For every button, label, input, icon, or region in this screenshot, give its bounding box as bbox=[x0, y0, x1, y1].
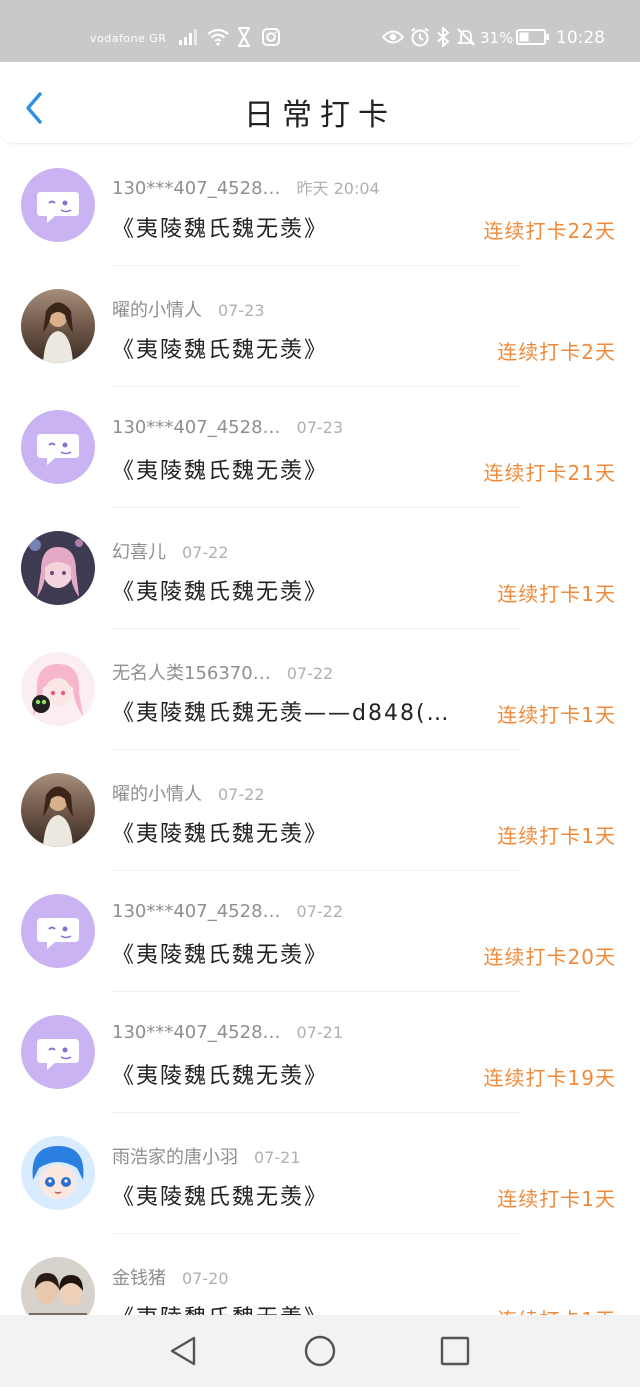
list-item[interactable]: 曜的小情人 07-23 《夷陵魏氏魏无羡》 连续打卡2天 bbox=[0, 266, 640, 387]
user-name[interactable]: 曜的小情人 bbox=[112, 784, 202, 805]
checkin-content: 《夷陵魏氏魏无羡》 bbox=[112, 1185, 329, 1210]
checkin-content: 《夷陵魏氏魏无羡》 bbox=[112, 943, 329, 968]
checkin-content: 《夷陵魏氏魏无羡》 bbox=[112, 338, 329, 363]
user-name[interactable]: 幻喜儿 bbox=[112, 542, 166, 563]
instagram-icon bbox=[262, 26, 280, 48]
page-title: 日常打卡 bbox=[244, 98, 396, 133]
checkin-content: 《夷陵魏氏魏无羡》 bbox=[112, 217, 329, 242]
checkin-content: 《夷陵魏氏魏无羡》 bbox=[112, 580, 329, 605]
wifi-icon bbox=[206, 26, 230, 48]
user-name[interactable]: 130***407_4528… bbox=[112, 417, 281, 438]
avatar[interactable] bbox=[21, 652, 95, 726]
bluetooth-icon bbox=[436, 26, 450, 48]
battery-icon bbox=[516, 26, 550, 48]
user-name[interactable]: 无名人类156370… bbox=[112, 663, 271, 684]
list-item[interactable]: 幻喜儿 07-22 《夷陵魏氏魏无羡》 连续打卡1天 bbox=[0, 508, 640, 629]
streak-label: 连续打卡1天 bbox=[497, 1304, 616, 1315]
user-name[interactable]: 130***407_4528… bbox=[112, 178, 281, 199]
status-bar: vodafone GR 31% 10:28 bbox=[0, 0, 640, 62]
streak-label: 连续打卡19天 bbox=[483, 1066, 616, 1090]
alarm-icon bbox=[410, 26, 430, 48]
avatar[interactable] bbox=[21, 410, 95, 484]
battery-percent: 31% bbox=[480, 29, 514, 47]
streak-label: 连续打卡21天 bbox=[483, 461, 616, 485]
checkin-content: 《夷陵魏氏魏无羡》 bbox=[112, 459, 329, 484]
checkin-content: 《夷陵魏氏魏无羡》 bbox=[112, 822, 329, 847]
checkin-time: 07-23 bbox=[296, 418, 344, 437]
checkin-content: 《夷陵魏氏魏无羡》 bbox=[112, 1300, 477, 1315]
streak-label: 连续打卡1天 bbox=[497, 582, 616, 606]
streak-label: 连续打卡20天 bbox=[483, 945, 616, 969]
list-item[interactable]: 金钱猪 07-20 《夷陵魏氏魏无羡》 连续打卡1天 bbox=[0, 1234, 640, 1315]
avatar[interactable] bbox=[21, 1136, 95, 1210]
streak-label: 连续打卡1天 bbox=[497, 703, 616, 727]
list-item[interactable]: 130***407_4528… 07-21 《夷陵魏氏魏无羡》 连续打卡19天 bbox=[0, 992, 640, 1113]
avatar[interactable] bbox=[21, 531, 95, 605]
signal-icon bbox=[178, 26, 198, 48]
list-item[interactable]: 130***407_4528… 07-22 《夷陵魏氏魏无羡》 连续打卡20天 bbox=[0, 871, 640, 992]
hourglass-icon bbox=[236, 26, 252, 48]
avatar[interactable] bbox=[21, 1257, 95, 1315]
streak-label: 连续打卡1天 bbox=[497, 824, 616, 848]
checkin-time: 07-22 bbox=[286, 664, 334, 683]
mute-icon bbox=[456, 26, 476, 48]
nav-back-icon[interactable] bbox=[166, 1333, 202, 1369]
user-name[interactable]: 130***407_4528… bbox=[112, 901, 281, 922]
user-name[interactable]: 曜的小情人 bbox=[112, 300, 202, 321]
checkin-time: 07-21 bbox=[296, 1023, 344, 1042]
carrier-label: vodafone GR bbox=[90, 32, 167, 45]
avatar[interactable] bbox=[21, 289, 95, 363]
avatar[interactable] bbox=[21, 773, 95, 847]
user-name[interactable]: 130***407_4528… bbox=[112, 1022, 281, 1043]
checkin-time: 07-23 bbox=[218, 301, 265, 320]
nav-home-icon[interactable] bbox=[302, 1333, 338, 1369]
status-clock: 10:28 bbox=[556, 28, 605, 48]
eye-icon bbox=[382, 26, 404, 48]
checkin-content: 《夷陵魏氏魏无羡》 bbox=[112, 1064, 329, 1089]
avatar[interactable] bbox=[21, 894, 95, 968]
nav-recents-icon[interactable] bbox=[437, 1333, 473, 1369]
checkin-time: 07-21 bbox=[254, 1148, 301, 1167]
checkin-time: 07-22 bbox=[218, 785, 265, 804]
user-name[interactable]: 金钱猪 bbox=[112, 1268, 166, 1289]
checkin-time: 昨天 20:04 bbox=[296, 179, 380, 198]
list-item[interactable]: 130***407_4528… 07-23 《夷陵魏氏魏无羡》 连续打卡21天 bbox=[0, 387, 640, 508]
checkin-list: 130***407_4528… 昨天 20:04 《夷陵魏氏魏无羡》 连续打卡22… bbox=[0, 145, 640, 1315]
list-item[interactable]: 雨浩家的唐小羽 07-21 《夷陵魏氏魏无羡》 连续打卡1天 bbox=[0, 1113, 640, 1234]
checkin-content: 《夷陵魏氏魏无羡——d848(… bbox=[112, 701, 451, 726]
header: 日常打卡 bbox=[0, 62, 640, 144]
navigation-bar bbox=[0, 1315, 640, 1387]
checkin-time: 07-20 bbox=[182, 1269, 229, 1288]
list-item[interactable]: 无名人类156370… 07-22 《夷陵魏氏魏无羡——d848(… 连续打卡1天 bbox=[0, 629, 640, 750]
avatar[interactable] bbox=[21, 1015, 95, 1089]
avatar[interactable] bbox=[21, 168, 95, 242]
list-item[interactable]: 130***407_4528… 昨天 20:04 《夷陵魏氏魏无羡》 连续打卡22… bbox=[0, 145, 640, 266]
streak-label: 连续打卡22天 bbox=[483, 219, 616, 243]
user-name[interactable]: 雨浩家的唐小羽 bbox=[112, 1147, 238, 1168]
checkin-time: 07-22 bbox=[182, 543, 229, 562]
list-item[interactable]: 曜的小情人 07-22 《夷陵魏氏魏无羡》 连续打卡1天 bbox=[0, 750, 640, 871]
checkin-time: 07-22 bbox=[296, 902, 344, 921]
streak-label: 连续打卡2天 bbox=[497, 340, 616, 364]
streak-label: 连续打卡1天 bbox=[497, 1187, 616, 1211]
